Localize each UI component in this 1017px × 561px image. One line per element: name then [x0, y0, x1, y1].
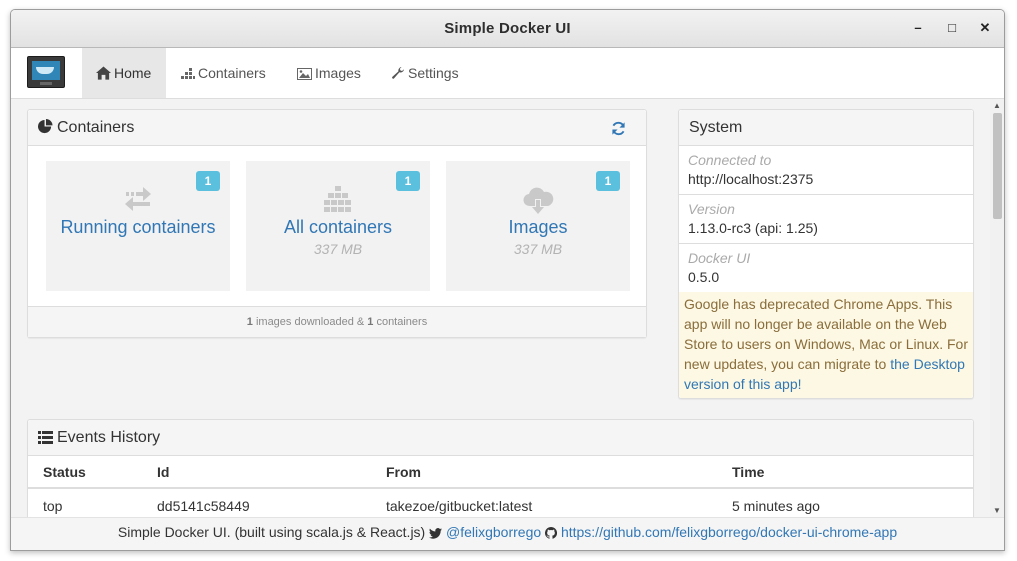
github-icon	[545, 526, 558, 539]
events-table: Status Id From Time top dd5141c58449 tak…	[28, 456, 973, 517]
main-content: Containers 1 Running containers 1 All co…	[11, 99, 990, 517]
footer-text: Simple Docker UI. (built using scala.js …	[117, 524, 426, 540]
minimize-button[interactable]: –	[909, 19, 927, 37]
nav-home-label: Home	[114, 65, 152, 81]
running-containers-label: Running containers	[60, 217, 216, 237]
system-panel: System Connected to http://localhost:237…	[678, 109, 974, 399]
scroll-down-arrow-icon[interactable]: ▼	[993, 506, 1001, 515]
docker-logo-icon[interactable]	[27, 56, 65, 88]
exchange-icon	[125, 187, 151, 211]
column-status: Status	[28, 456, 156, 489]
tile-running-containers[interactable]: 1 Running containers	[46, 161, 230, 291]
nav-containers[interactable]: Containers	[167, 48, 280, 98]
all-containers-size: 337 MB	[313, 241, 363, 257]
connected-to-label: Connected to	[688, 152, 772, 168]
column-id: Id	[156, 456, 385, 489]
events-history-panel: Events History Status Id From Time top d…	[27, 419, 974, 517]
deprecation-warning: Google has deprecated Chrome Apps. This …	[679, 292, 973, 398]
events-history-heading: Events History	[28, 420, 973, 456]
all-containers-label: All containers	[283, 217, 393, 237]
twitter-link[interactable]: @felixgborrego	[446, 524, 541, 540]
app-window: Simple Docker UI – □ ✕ Home Containers I…	[10, 9, 1005, 551]
tile-all-containers[interactable]: 1 All containers 337 MB	[246, 161, 430, 291]
event-from: takezoe/gitbucket:latest	[386, 497, 533, 514]
version-value: 1.13.0-rc3 (api: 1.25)	[688, 220, 818, 236]
column-from: From	[385, 456, 731, 489]
system-item-connection: Connected to http://localhost:2375	[679, 146, 973, 195]
nav-home[interactable]: Home	[82, 48, 166, 98]
containers-summary: 1 images downloaded & 1 containers	[28, 306, 646, 337]
github-link[interactable]: https://github.com/felixgborrego/docker-…	[561, 524, 897, 540]
nav-settings[interactable]: Settings	[377, 48, 473, 98]
image-icon	[297, 68, 312, 80]
pie-chart-icon	[38, 119, 53, 134]
cloud-download-icon	[523, 187, 554, 214]
connected-to-value: http://localhost:2375	[688, 171, 814, 187]
column-time: Time	[731, 456, 973, 489]
maximize-button[interactable]: □	[943, 19, 961, 37]
home-icon	[96, 66, 111, 80]
navbar: Home Containers Images Settings	[11, 48, 1004, 99]
vertical-scrollbar[interactable]: ▲ ▼	[990, 99, 1004, 517]
window-title: Simple Docker UI	[444, 20, 571, 37]
docker-ui-value: 0.5.0	[688, 269, 720, 285]
system-panel-title: System	[689, 119, 743, 136]
tile-images[interactable]: 1 Images 337 MB	[446, 161, 630, 291]
nav-settings-label: Settings	[408, 65, 459, 81]
docker-ui-label: Docker UI	[688, 250, 751, 266]
app-footer: Simple Docker UI. (built using scala.js …	[11, 517, 1004, 550]
twitter-icon	[429, 528, 443, 539]
cubes-icon	[324, 186, 351, 212]
event-status: top	[43, 497, 63, 514]
containers-count-text: containers	[373, 316, 428, 328]
images-size: 337 MB	[513, 241, 563, 257]
title-bar: Simple Docker UI – □ ✕	[11, 10, 1004, 48]
event-id: dd5141c58449	[157, 497, 250, 514]
nav-containers-label: Containers	[198, 65, 266, 81]
table-row: top dd5141c58449 takezoe/gitbucket:lates…	[28, 488, 973, 517]
refresh-icon[interactable]	[611, 121, 626, 136]
system-item-docker-ui: Docker UI 0.5.0	[679, 244, 973, 292]
scrollbar-thumb[interactable]	[993, 113, 1002, 219]
nav-images-label: Images	[315, 65, 361, 81]
nav-images[interactable]: Images	[283, 48, 375, 98]
list-icon	[38, 431, 53, 444]
containers-panel: Containers 1 Running containers 1 All co…	[27, 109, 647, 338]
system-panel-heading: System	[679, 110, 973, 146]
system-item-version: Version 1.13.0-rc3 (api: 1.25)	[679, 195, 973, 244]
cubes-icon	[181, 68, 195, 79]
close-button[interactable]: ✕	[976, 19, 994, 37]
scroll-up-arrow-icon[interactable]: ▲	[993, 101, 1001, 110]
events-table-header: Status Id From Time	[28, 456, 973, 489]
containers-panel-heading: Containers	[28, 110, 646, 146]
images-label: Images	[508, 217, 568, 237]
event-time: 5 minutes ago	[732, 497, 820, 514]
containers-panel-title: Containers	[57, 119, 135, 136]
version-label: Version	[688, 201, 735, 217]
events-history-title: Events History	[57, 429, 161, 446]
images-downloaded-text: images downloaded &	[252, 316, 368, 328]
wrench-icon	[392, 67, 404, 79]
